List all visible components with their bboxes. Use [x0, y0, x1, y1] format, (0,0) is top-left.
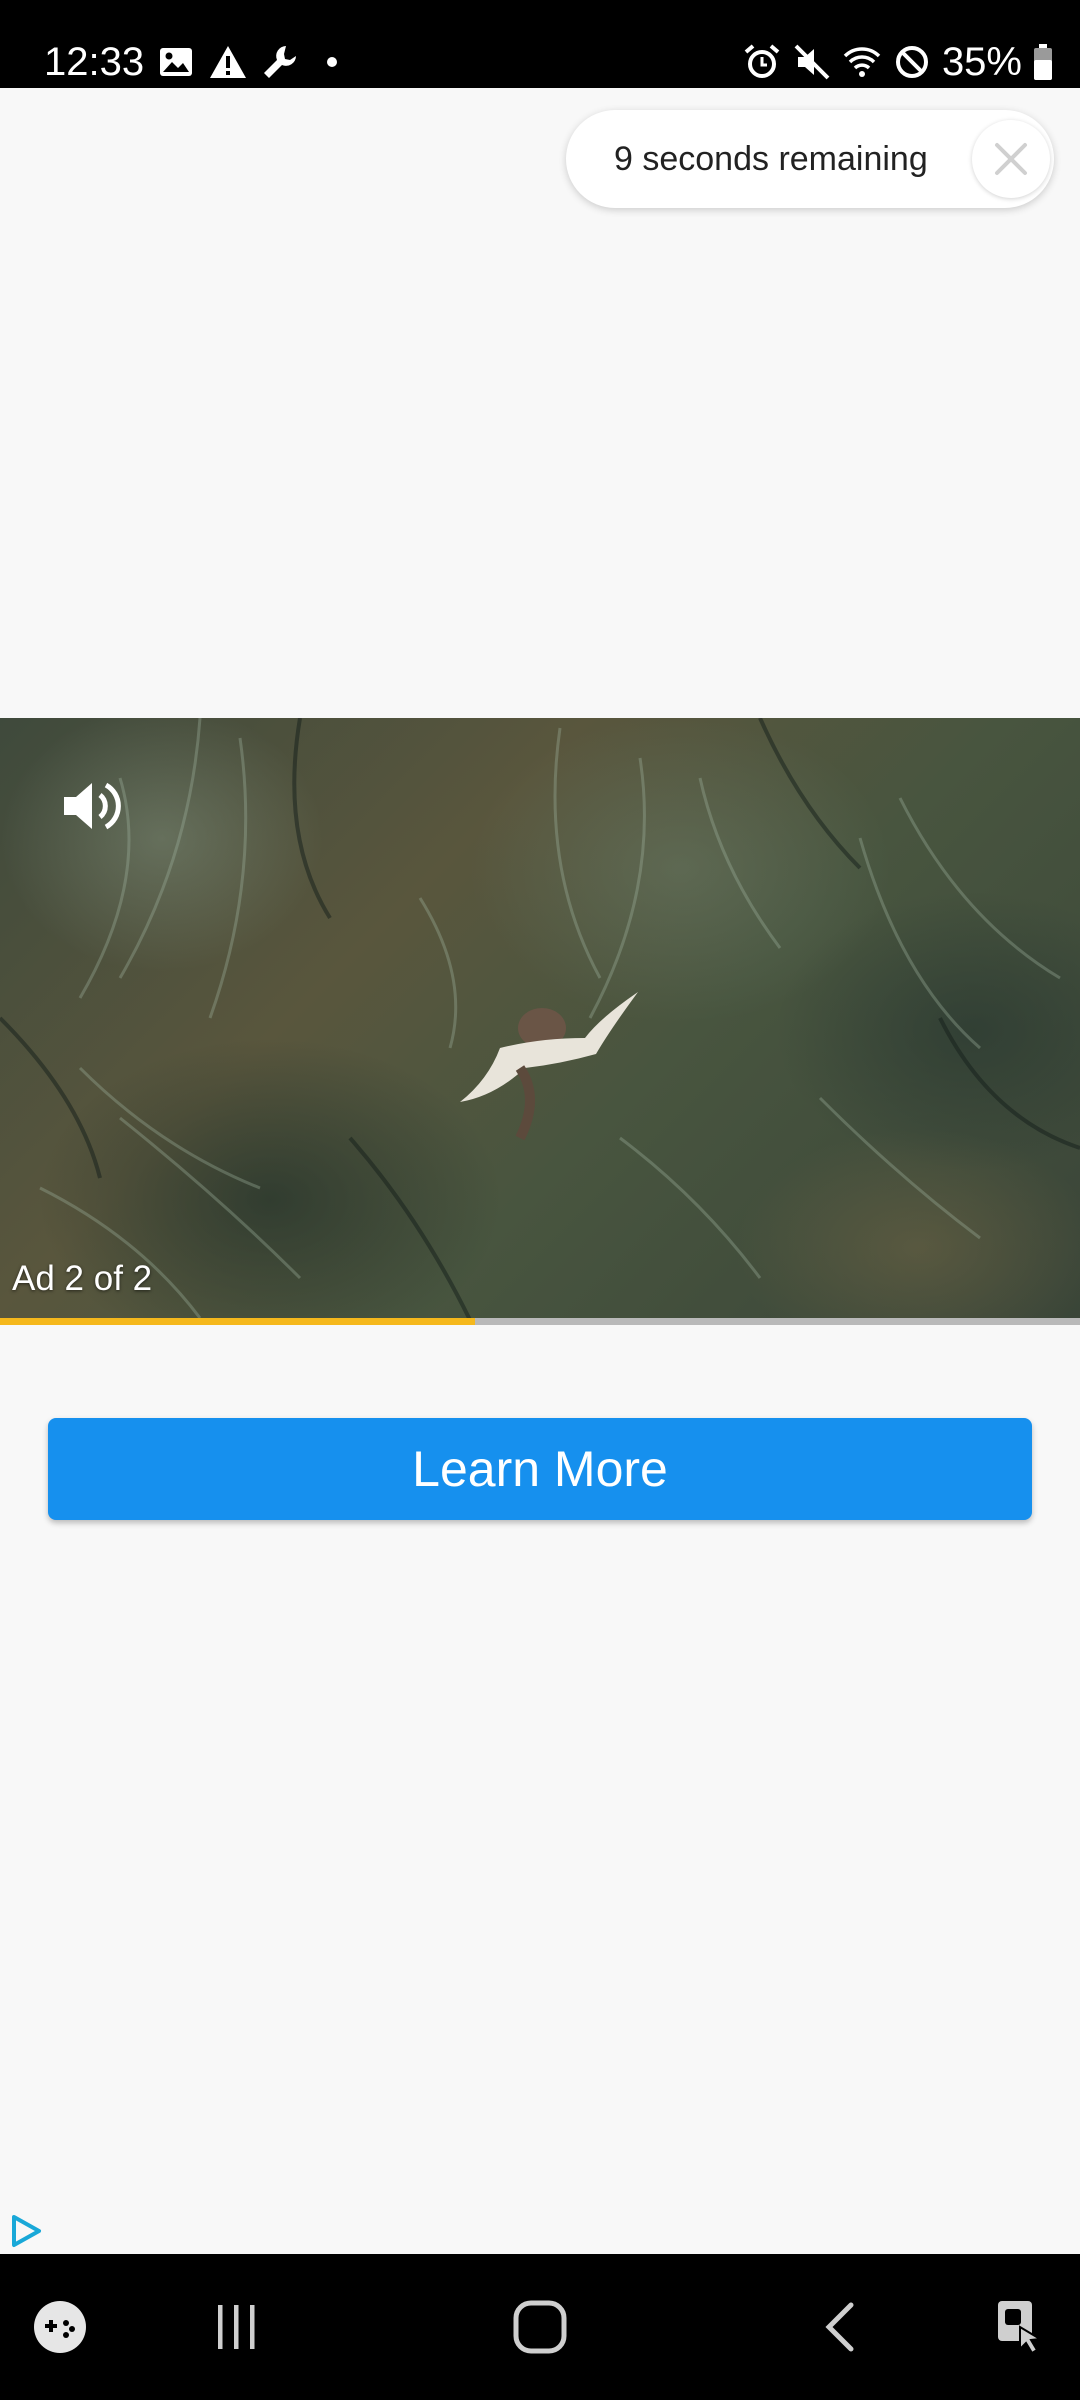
- accessibility-icon: [998, 2301, 1044, 2355]
- back-button[interactable]: [800, 2254, 880, 2400]
- dnd-icon: [895, 46, 928, 78]
- learn-more-button[interactable]: Learn More: [48, 1418, 1032, 1520]
- video-frame: [0, 718, 1080, 1320]
- battery-percent: 35%: [941, 40, 1022, 84]
- ad-timer-text: 9 seconds remaining: [614, 140, 928, 178]
- wifi-icon: [843, 47, 881, 77]
- warning-icon: [210, 46, 246, 78]
- status-right-icons: 35%: [742, 38, 1054, 86]
- alarm-icon: [744, 44, 780, 78]
- close-ad-button[interactable]: [972, 120, 1050, 198]
- close-icon: [995, 143, 1027, 175]
- battery-icon: [1034, 44, 1052, 80]
- play-logo-icon[interactable]: [6, 2212, 44, 2250]
- game-launcher-button[interactable]: [22, 2254, 98, 2400]
- ad-counter: Ad 2 of 2: [12, 1259, 153, 1298]
- home-button[interactable]: [500, 2254, 580, 2400]
- volume-icon[interactable]: [58, 773, 124, 839]
- ad-progress-bar: [0, 1318, 1080, 1325]
- back-icon: [825, 2302, 854, 2352]
- accessibility-button[interactable]: [980, 2254, 1060, 2400]
- recent-apps-button[interactable]: [196, 2254, 276, 2400]
- ad-video[interactable]: Ad 2 of 2: [0, 718, 1080, 1320]
- image-icon: [160, 48, 192, 76]
- status-bar: 12:33 35%: [0, 0, 1080, 88]
- wrench-icon: [264, 46, 296, 78]
- home-icon: [513, 2300, 567, 2354]
- status-left-icons: [156, 42, 352, 82]
- ad-progress-fill: [0, 1318, 476, 1325]
- dot-icon: [327, 57, 337, 67]
- game-launcher-icon: [34, 2301, 86, 2353]
- navigation-bar: [0, 2254, 1080, 2400]
- status-time: 12:33: [44, 40, 145, 84]
- ad-timer-pill: 9 seconds remaining: [566, 110, 1054, 208]
- mute-icon: [794, 44, 830, 80]
- recent-apps-icon: [218, 2305, 255, 2349]
